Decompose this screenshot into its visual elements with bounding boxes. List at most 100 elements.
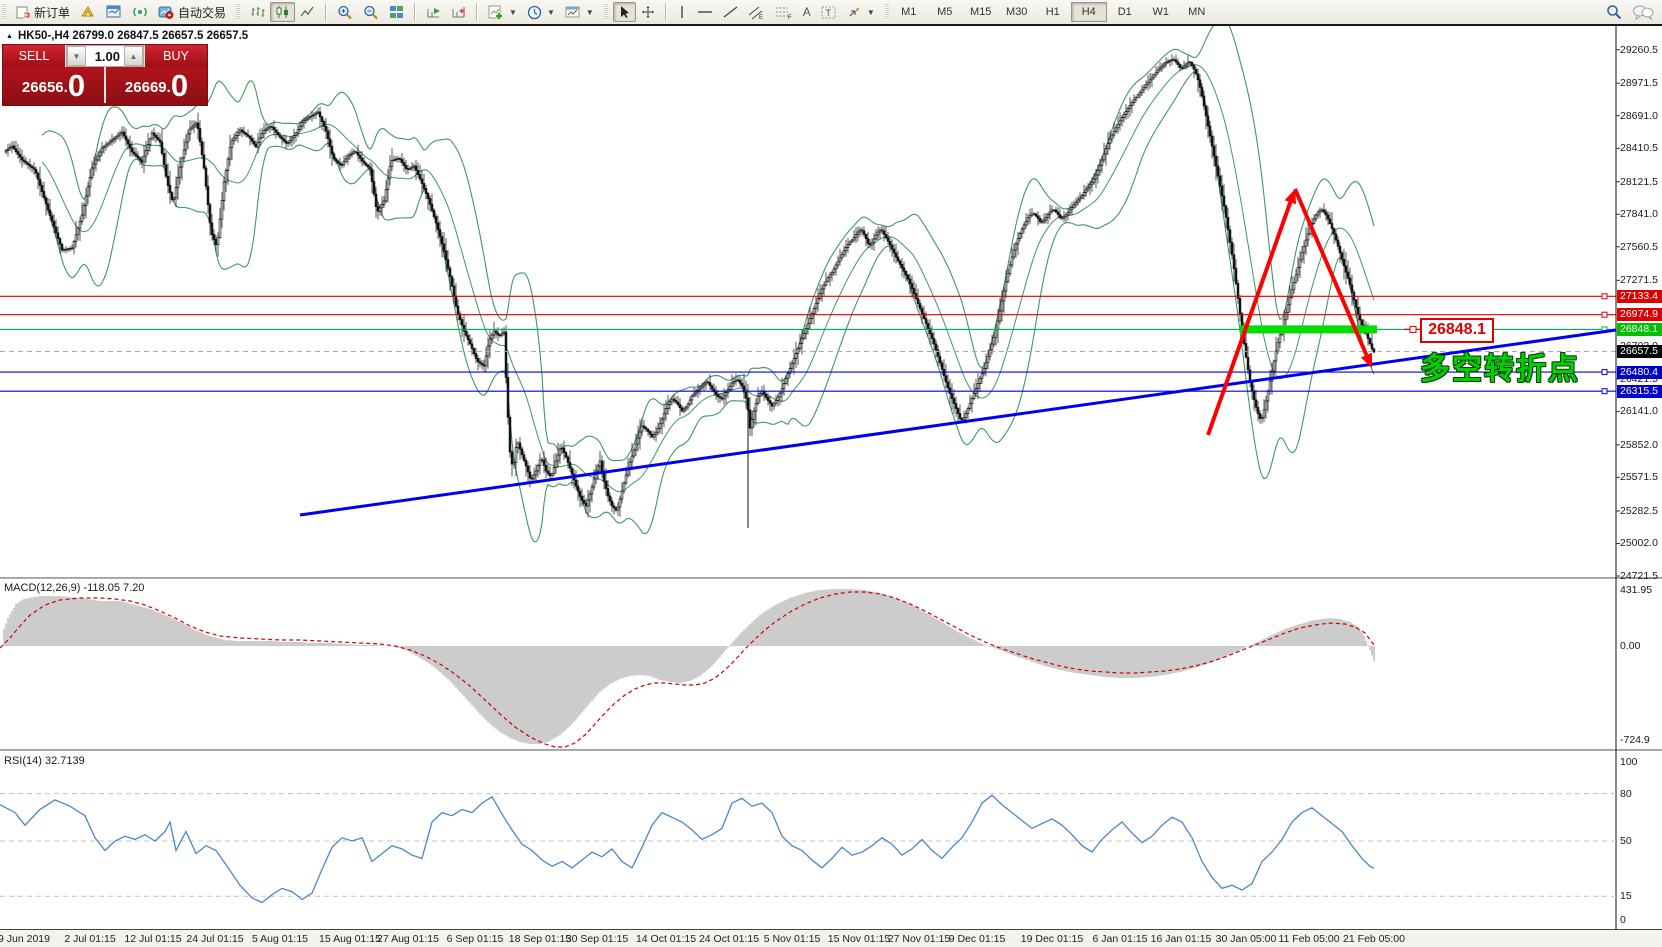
rsi-line (0, 795, 1374, 902)
metaeditor-icon (80, 5, 96, 19)
price-axis-tick-label: 24721.5 (1620, 570, 1662, 582)
toolbar: 新订单 自动交易 (0, 0, 1662, 26)
text-tool[interactable]: A (798, 2, 816, 22)
indicators-button[interactable]: ▼ (483, 2, 522, 22)
metaeditor-button[interactable] (75, 2, 101, 22)
bollinger-upper-band (42, 18, 1374, 461)
trendline-tool[interactable] (718, 2, 743, 22)
chat-icon[interactable] (1632, 4, 1654, 20)
price-axis-badge-26974.9: 26974.9 (1617, 308, 1662, 321)
cursor-icon (618, 5, 631, 19)
autotrading-label: 自动交易 (178, 4, 226, 21)
price-axis-tick-label: 25282.5 (1620, 505, 1662, 517)
timeframe-w1[interactable]: W1 (1143, 2, 1179, 22)
buy-price-big-digit: 0 (171, 71, 188, 101)
time-axis-label: 16 Jan 01:15 (1151, 933, 1212, 945)
timeframe-m30[interactable]: M30 (999, 2, 1035, 22)
buy-button[interactable]: BUY (144, 45, 207, 67)
autotrading-button[interactable]: 自动交易 (153, 1, 231, 24)
templates-icon (565, 5, 581, 19)
price-tag-anchor[interactable] (1410, 326, 1416, 332)
new-order-button[interactable]: 新订单 (11, 1, 75, 24)
time-axis-label: 21 Feb 05:00 (1343, 933, 1405, 945)
time-axis-label: 9 Jun 2019 (0, 933, 50, 945)
timeframe-h4[interactable]: H4 (1071, 2, 1107, 22)
templates-button[interactable]: ▼ (560, 2, 599, 22)
text-label-tool[interactable]: T (816, 2, 842, 23)
periods-caret[interactable]: ▼ (547, 8, 555, 17)
line-chart-button[interactable] (295, 2, 320, 22)
price-axis-tick-label: 27841.0 (1620, 208, 1662, 220)
horizontal-line-tool[interactable] (692, 2, 718, 22)
time-axis-label: 5 Aug 01:15 (252, 933, 308, 945)
one-click-trading-panel: SELL ▼ ▲ BUY 26656.0 26669.0 (2, 44, 208, 106)
symbol-collapse-icon[interactable]: ▲ (6, 33, 13, 40)
auto-scroll-button[interactable] (421, 2, 446, 22)
vertical-line-tool[interactable] (672, 2, 692, 22)
buy-price[interactable]: 26669.0 (106, 67, 207, 103)
templates-caret[interactable]: ▼ (586, 8, 594, 17)
timeframe-h1[interactable]: H1 (1035, 2, 1071, 22)
cn-text-annotation[interactable]: 多空转折点 (1420, 344, 1580, 388)
rsi-axis-label: 0 (1620, 914, 1662, 926)
trading-terminal: 新订单 自动交易 (0, 0, 1662, 947)
level-handle[interactable] (1602, 370, 1607, 375)
chart-shift-button[interactable] (446, 2, 471, 22)
signals-button[interactable] (127, 2, 153, 22)
time-axis-label: 6 Sep 01:15 (447, 933, 504, 945)
time-axis-label: 19 Dec 01:15 (1021, 933, 1083, 945)
timeframe-m1[interactable]: M1 (891, 2, 927, 22)
rsi-axis-label: 15 (1620, 890, 1662, 902)
text-label-icon: T (821, 5, 837, 20)
line-chart-icon (300, 5, 315, 19)
price-axis-tick-label: 28691.0 (1620, 110, 1662, 122)
macd-axis-label: 0.00 (1620, 640, 1662, 652)
time-axis-label: 27 Nov 01:15 (888, 933, 950, 945)
level-handle[interactable] (1602, 294, 1607, 299)
time-axis-label: 12 Jul 01:15 (124, 933, 181, 945)
chart-shift-icon (451, 5, 466, 19)
terminal-window-button[interactable] (101, 2, 127, 22)
arrows-tool[interactable]: ▼ (842, 2, 880, 22)
price-axis-tick-label: 28971.5 (1620, 77, 1662, 89)
timeframe-m15[interactable]: M15 (963, 2, 999, 22)
level-handle[interactable] (1602, 389, 1607, 394)
crosshair-icon (641, 5, 655, 19)
volume-decrease-button[interactable]: ▼ (67, 46, 86, 66)
time-axis-label: 14 Oct 01:15 (636, 933, 696, 945)
time-axis-label: 2 Jul 01:15 (64, 933, 115, 945)
price-axis-tick-label: 27271.5 (1620, 274, 1662, 286)
candle-wicks (6, 54, 1374, 518)
svg-text:F: F (788, 15, 792, 20)
crosshair-tool-button[interactable] (636, 2, 660, 22)
trendline-icon (723, 5, 738, 19)
volume-increase-button[interactable]: ▲ (124, 46, 143, 66)
equidistant-channel-tool[interactable]: E (743, 2, 770, 23)
price-axis-tick-label: 28121.5 (1620, 176, 1662, 188)
indicators-caret[interactable]: ▼ (509, 8, 517, 17)
zoom-out-button[interactable] (358, 2, 384, 23)
signals-icon (132, 5, 148, 19)
timeframe-group: M1M5M15M30H1H4D1W1MN (891, 2, 1215, 22)
volume-input[interactable] (86, 46, 124, 66)
fibonacci-tool[interactable]: F (770, 2, 798, 23)
timeframe-mn[interactable]: MN (1179, 2, 1215, 22)
tile-windows-icon (389, 5, 404, 19)
tile-windows-button[interactable] (384, 2, 409, 22)
periods-button[interactable]: ▼ (522, 2, 560, 23)
arrows-caret[interactable]: ▼ (867, 8, 875, 17)
toolbar-grip[interactable] (2, 4, 6, 20)
search-icon[interactable] (1606, 4, 1622, 20)
sell-button[interactable]: SELL (3, 45, 66, 67)
price-tag-annotation[interactable]: 26848.1 (1420, 318, 1494, 343)
trendline[interactable] (300, 330, 1616, 515)
chart-canvas[interactable] (0, 0, 1662, 947)
bar-chart-button[interactable] (245, 2, 270, 22)
timeframe-d1[interactable]: D1 (1107, 2, 1143, 22)
candlestick-chart-button[interactable] (270, 2, 295, 22)
zoom-in-button[interactable] (332, 2, 358, 23)
sell-price[interactable]: 26656.0 (3, 67, 106, 103)
timeframe-m5[interactable]: M5 (927, 2, 963, 22)
level-handle[interactable] (1602, 312, 1607, 317)
cursor-tool-button[interactable] (613, 2, 636, 22)
